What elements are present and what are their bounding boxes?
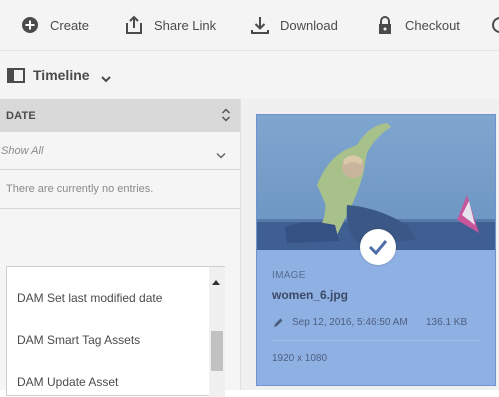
lock-icon xyxy=(375,15,395,35)
share-icon xyxy=(124,15,144,35)
create-button[interactable]: Create xyxy=(20,14,89,36)
sort-icon[interactable] xyxy=(221,108,231,127)
show-all-value: Show All xyxy=(1,145,44,157)
more-actions-icon[interactable] xyxy=(492,17,499,33)
asset-meta: Sep 12, 2016, 5:46:50 AM 136.1 KB xyxy=(272,316,482,330)
add-circle-icon xyxy=(20,15,40,35)
show-all-select[interactable]: Show All xyxy=(0,132,240,170)
create-label: Create xyxy=(50,17,90,33)
asset-name[interactable]: women_6.jpg xyxy=(272,288,348,302)
date-filter-header[interactable]: DATE xyxy=(0,99,240,132)
list-item[interactable]: DAM Update Asset xyxy=(17,375,118,389)
pencil-icon xyxy=(272,316,284,334)
asset-file-size: 136.1 KB xyxy=(426,317,468,328)
chevron-down-icon[interactable] xyxy=(101,70,111,88)
rail-header: Timeline xyxy=(0,51,499,99)
timeline-panel: DATE Show All There are currently no ent… xyxy=(0,99,241,397)
workflow-list[interactable]: DAM Set last modified date DAM Smart Tag… xyxy=(6,266,225,397)
rail-panel-icon[interactable] xyxy=(7,68,25,88)
download-label: Download xyxy=(280,17,338,33)
share-link-button[interactable]: Share Link xyxy=(124,14,216,36)
selected-checkmark-icon[interactable] xyxy=(360,229,396,265)
divider xyxy=(0,208,240,209)
download-icon xyxy=(250,15,270,35)
scroll-up-arrow-icon[interactable] xyxy=(212,272,220,290)
rail-title[interactable]: Timeline xyxy=(33,67,90,83)
share-link-label: Share Link xyxy=(154,17,217,33)
date-filter-title: DATE xyxy=(6,110,36,122)
action-bar: Create Share Link Download Checkout xyxy=(0,0,499,51)
empty-message: There are currently no entries. xyxy=(6,183,154,195)
divider xyxy=(272,340,480,341)
asset-type: IMAGE xyxy=(272,270,306,281)
checkout-button[interactable]: Checkout xyxy=(375,14,460,36)
asset-card[interactable]: IMAGE women_6.jpg Sep 12, 2016, 5:46:50 … xyxy=(256,114,496,386)
asset-dimensions: 1920 x 1080 xyxy=(272,353,328,364)
checkout-label: Checkout xyxy=(405,17,460,33)
chevron-down-icon xyxy=(216,146,226,164)
asset-modified-date: Sep 12, 2016, 5:46:50 AM xyxy=(292,317,408,328)
download-button[interactable]: Download xyxy=(250,14,338,36)
asset-grid: IMAGE women_6.jpg Sep 12, 2016, 5:46:50 … xyxy=(241,99,499,390)
list-item[interactable]: DAM Set last modified date xyxy=(17,291,162,305)
list-item[interactable]: DAM Smart Tag Assets xyxy=(17,333,140,347)
scrollbar-thumb[interactable] xyxy=(211,331,223,371)
